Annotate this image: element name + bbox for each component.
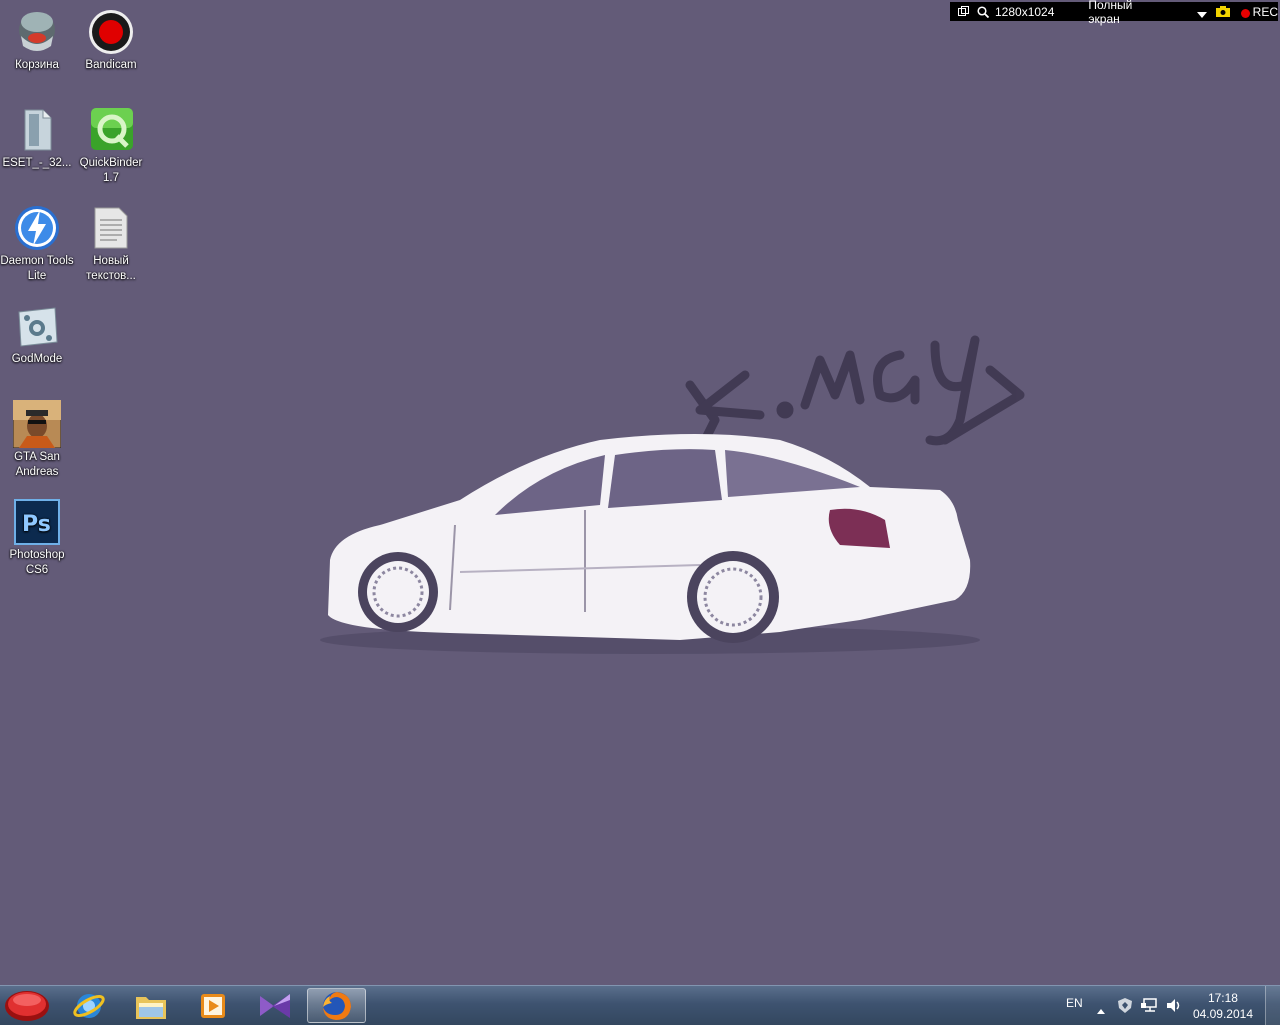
security-shield-icon[interactable] [1118, 998, 1132, 1018]
mode-dropdown-icon[interactable] [1196, 8, 1207, 18]
clock-date: 04.09.2014 [1192, 1007, 1253, 1021]
language-indicator[interactable]: EN [1066, 996, 1083, 1010]
system-clock[interactable]: 17:18 04.09.2014 [1193, 990, 1253, 1022]
taskbar: EN 17:18 04.09.2014 [0, 985, 1280, 1025]
start-button[interactable] [0, 988, 54, 1023]
desktop-icon-photoshop[interactable]: Ps Photoshop CS6 [0, 498, 74, 578]
recycle-bin-icon [13, 8, 61, 56]
firefox-icon [322, 991, 351, 1020]
record-dot-icon[interactable] [1240, 7, 1250, 18]
taskbar-media-player[interactable] [186, 988, 240, 1023]
desktop-icon-eset[interactable]: ESET_-_32... [0, 106, 74, 171]
desktop-icon-quickbinder[interactable]: QuickBinder 1.7 [74, 106, 148, 186]
wallpaper [0, 0, 1280, 985]
desktop-icon-bandicam[interactable]: Bandicam [74, 8, 148, 73]
window-mode-icon[interactable] [958, 6, 969, 17]
taskbar-internet-explorer[interactable] [62, 988, 116, 1023]
rec-button-label[interactable]: REC [1253, 5, 1278, 19]
recording-resolution: 1280x1024 [995, 4, 1055, 19]
gta-icon [12, 399, 62, 449]
bandicam-recording-bar[interactable]: 1280x1024 Полный экран REC [950, 0, 1278, 26]
taskbar-visual-studio[interactable] [248, 988, 302, 1023]
desktop-icon-daemon-tools[interactable]: Daemon Tools Lite [0, 204, 74, 284]
taskbar-firefox[interactable] [307, 988, 366, 1023]
ie-icon [73, 993, 105, 1018]
desktop-icon-gta-san-andreas[interactable]: GTA San Andreas [0, 399, 74, 480]
camera-icon[interactable] [1215, 6, 1230, 17]
car-illustration [320, 434, 980, 654]
show-desktop-button[interactable] [1265, 986, 1280, 1025]
desktop-icon-godmode[interactable]: GodMode [0, 302, 74, 367]
godmode-icon [13, 302, 61, 350]
folder-icon [136, 996, 166, 1019]
visual-studio-icon [260, 993, 290, 1018]
desktop-icon-text-document[interactable]: Новый текстов... [74, 204, 148, 284]
photoshop-icon: Ps [13, 498, 61, 546]
daemon-tools-icon [13, 204, 61, 252]
graffiti-tag [685, 335, 1025, 446]
capture-mode-label[interactable]: Полный экран [1088, 0, 1164, 26]
quickbinder-icon [87, 106, 135, 154]
start-button-icon [5, 990, 49, 1021]
network-icon[interactable] [1141, 998, 1157, 1018]
media-player-icon [201, 993, 225, 1018]
wallpaper-art [320, 335, 1025, 654]
svg-text:Ps: Ps [22, 512, 51, 537]
bandicam-icon [87, 8, 135, 56]
desktop-icon-recycle-bin[interactable]: Корзина [0, 8, 74, 73]
text-document-icon [87, 204, 135, 252]
show-hidden-icons-arrow[interactable] [1097, 1001, 1105, 1019]
magnifier-icon[interactable] [977, 5, 990, 18]
file-icon [13, 106, 61, 154]
volume-icon[interactable] [1166, 998, 1182, 1018]
clock-time: 17:18 [1207, 991, 1238, 1005]
taskbar-windows-explorer[interactable] [124, 988, 178, 1023]
